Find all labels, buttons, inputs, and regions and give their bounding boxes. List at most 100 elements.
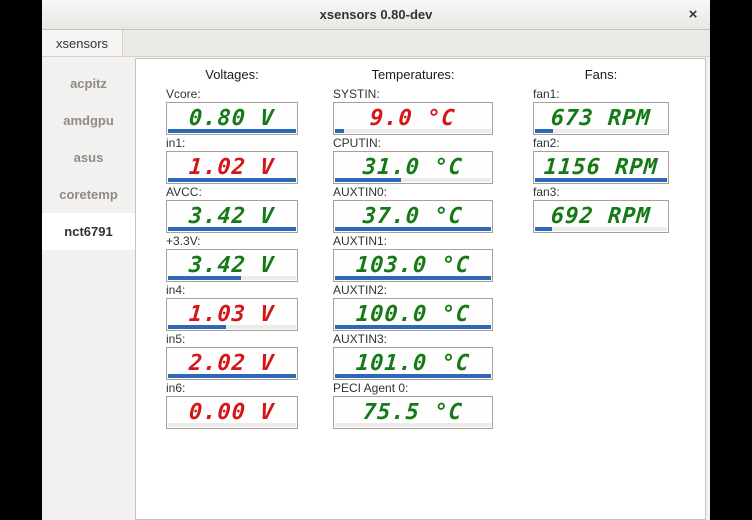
sensor-bar-trough — [335, 178, 491, 182]
sensor-bar — [535, 129, 553, 133]
sensor-display: 3.42 V — [166, 249, 298, 282]
sensor-label: in4: — [166, 283, 298, 298]
fans-header: Fans: — [533, 67, 669, 87]
sidebar-item-coretemp[interactable]: coretemp — [42, 176, 135, 213]
sensor-value: 100.0 °C — [355, 302, 471, 327]
sensor-in1: in1: 1.02 V — [166, 136, 298, 185]
sensor-bar-trough — [168, 423, 296, 427]
sensor-label: in5: — [166, 332, 298, 347]
sensor-bar-trough — [168, 227, 296, 231]
sensor-value: 1156 RPM — [543, 155, 659, 180]
sensor-auxtin0: AUXTIN0: 37.0 °C — [333, 185, 493, 234]
sidebar-item-label: acpitz — [70, 76, 107, 91]
sidebar-item-label: nct6791 — [64, 224, 112, 239]
sensor-display: 75.5 °C — [333, 396, 493, 429]
sensor-bar-trough — [168, 129, 296, 133]
sidebar-item-acpitz[interactable]: acpitz — [42, 65, 135, 102]
tab-xsensors[interactable]: xsensors — [42, 30, 123, 56]
sensor-label: AVCC: — [166, 185, 298, 200]
sensor-label: SYSTIN: — [333, 87, 493, 102]
sensor-auxtin3: AUXTIN3: 101.0 °C — [333, 332, 493, 381]
tab-strip: xsensors — [42, 30, 710, 57]
sensor-label: in6: — [166, 381, 298, 396]
sensor-label: Vcore: — [166, 87, 298, 102]
sensor-bar-trough — [335, 129, 491, 133]
sensor-value: 31.0 °C — [362, 155, 463, 180]
sensor-display: 2.02 V — [166, 347, 298, 380]
sensor-fan2: fan2: 1156 RPM — [533, 136, 669, 185]
sensor-label: CPUTIN: — [333, 136, 493, 151]
sensor-bar — [168, 325, 226, 329]
sensor-value: 75.5 °C — [362, 400, 463, 425]
sensor-value: 673 RPM — [550, 106, 651, 131]
sensor-fan1: fan1: 673 RPM — [533, 87, 669, 136]
sensor-vcore: Vcore: 0.80 V — [166, 87, 298, 136]
sensor-value: 1.03 V — [188, 302, 275, 327]
sensor-bar-trough — [335, 227, 491, 231]
temperatures-header: Temperatures: — [333, 67, 493, 87]
sensor-value: 103.0 °C — [355, 253, 471, 278]
sensor-display: 100.0 °C — [333, 298, 493, 331]
sensor-label: AUXTIN0: — [333, 185, 493, 200]
sensor-label: AUXTIN2: — [333, 283, 493, 298]
sensor-display: 673 RPM — [533, 102, 669, 135]
sensor-bar-trough — [335, 325, 491, 329]
sensor-bar — [168, 227, 296, 231]
window-content: acpitz amdgpu asus coretemp nct6791 Volt… — [42, 57, 710, 520]
sensor-value: 3.42 V — [188, 253, 275, 278]
sensor-bar — [335, 178, 401, 182]
sensor-3v3: +3.3V: 3.42 V — [166, 234, 298, 283]
sensor-label: AUXTIN3: — [333, 332, 493, 347]
sensor-bar-trough — [168, 178, 296, 182]
sensor-in5: in5: 2.02 V — [166, 332, 298, 381]
sensor-display: 692 RPM — [533, 200, 669, 233]
window-title: xsensors 0.80-dev — [320, 7, 433, 22]
sensor-display: 3.42 V — [166, 200, 298, 233]
voltages-header: Voltages: — [166, 67, 298, 87]
sensor-bar-trough — [535, 129, 667, 133]
sensor-display: 1.02 V — [166, 151, 298, 184]
sensor-label: PECI Agent 0: — [333, 381, 493, 396]
sensor-auxtin1: AUXTIN1: 103.0 °C — [333, 234, 493, 283]
sensor-label: fan1: — [533, 87, 669, 102]
sensor-label: fan2: — [533, 136, 669, 151]
voltages-column: Voltages: Vcore: 0.80 V in1: 1.02 V — [166, 67, 298, 430]
sensor-value: 2.02 V — [188, 351, 275, 376]
sensor-display: 103.0 °C — [333, 249, 493, 282]
close-button[interactable]: × — [683, 5, 703, 25]
sidebar-item-label: asus — [74, 150, 104, 165]
sensor-value: 37.0 °C — [362, 204, 463, 229]
sensor-bar — [168, 276, 241, 280]
sensor-value: 101.0 °C — [355, 351, 471, 376]
sensor-value: 0.80 V — [188, 106, 275, 131]
sidebar-item-amdgpu[interactable]: amdgpu — [42, 102, 135, 139]
sensor-display: 0.80 V — [166, 102, 298, 135]
titlebar[interactable]: xsensors 0.80-dev × — [42, 0, 710, 30]
temperatures-column: Temperatures: SYSTIN: 9.0 °C CPUTIN: 31.… — [333, 67, 493, 430]
sensor-label: in1: — [166, 136, 298, 151]
sensor-systin: SYSTIN: 9.0 °C — [333, 87, 493, 136]
sensor-bar-trough — [168, 374, 296, 378]
sensor-bar — [335, 129, 344, 133]
sensor-value: 3.42 V — [188, 204, 275, 229]
sensor-display: 1156 RPM — [533, 151, 669, 184]
sensor-label: AUXTIN1: — [333, 234, 493, 249]
sensor-value: 692 RPM — [550, 204, 651, 229]
sensor-display: 9.0 °C — [333, 102, 493, 135]
sensor-bar — [335, 325, 491, 329]
sensor-bar-trough — [168, 276, 296, 280]
sensor-display: 37.0 °C — [333, 200, 493, 233]
sensor-bar — [535, 178, 667, 182]
sensor-display: 0.00 V — [166, 396, 298, 429]
chip-sidebar: acpitz amdgpu asus coretemp nct6791 — [42, 57, 135, 520]
sidebar-item-nct6791[interactable]: nct6791 — [42, 213, 135, 250]
sensor-bar — [335, 276, 491, 280]
sensor-bar-trough — [168, 325, 296, 329]
sensor-label: +3.3V: — [166, 234, 298, 249]
sensor-avcc: AVCC: 3.42 V — [166, 185, 298, 234]
sidebar-item-asus[interactable]: asus — [42, 139, 135, 176]
sensor-display: 31.0 °C — [333, 151, 493, 184]
sensor-bar-trough — [335, 374, 491, 378]
xsensors-window: xsensors 0.80-dev × xsensors acpitz amdg… — [42, 0, 710, 520]
sidebar-item-label: coretemp — [59, 187, 118, 202]
